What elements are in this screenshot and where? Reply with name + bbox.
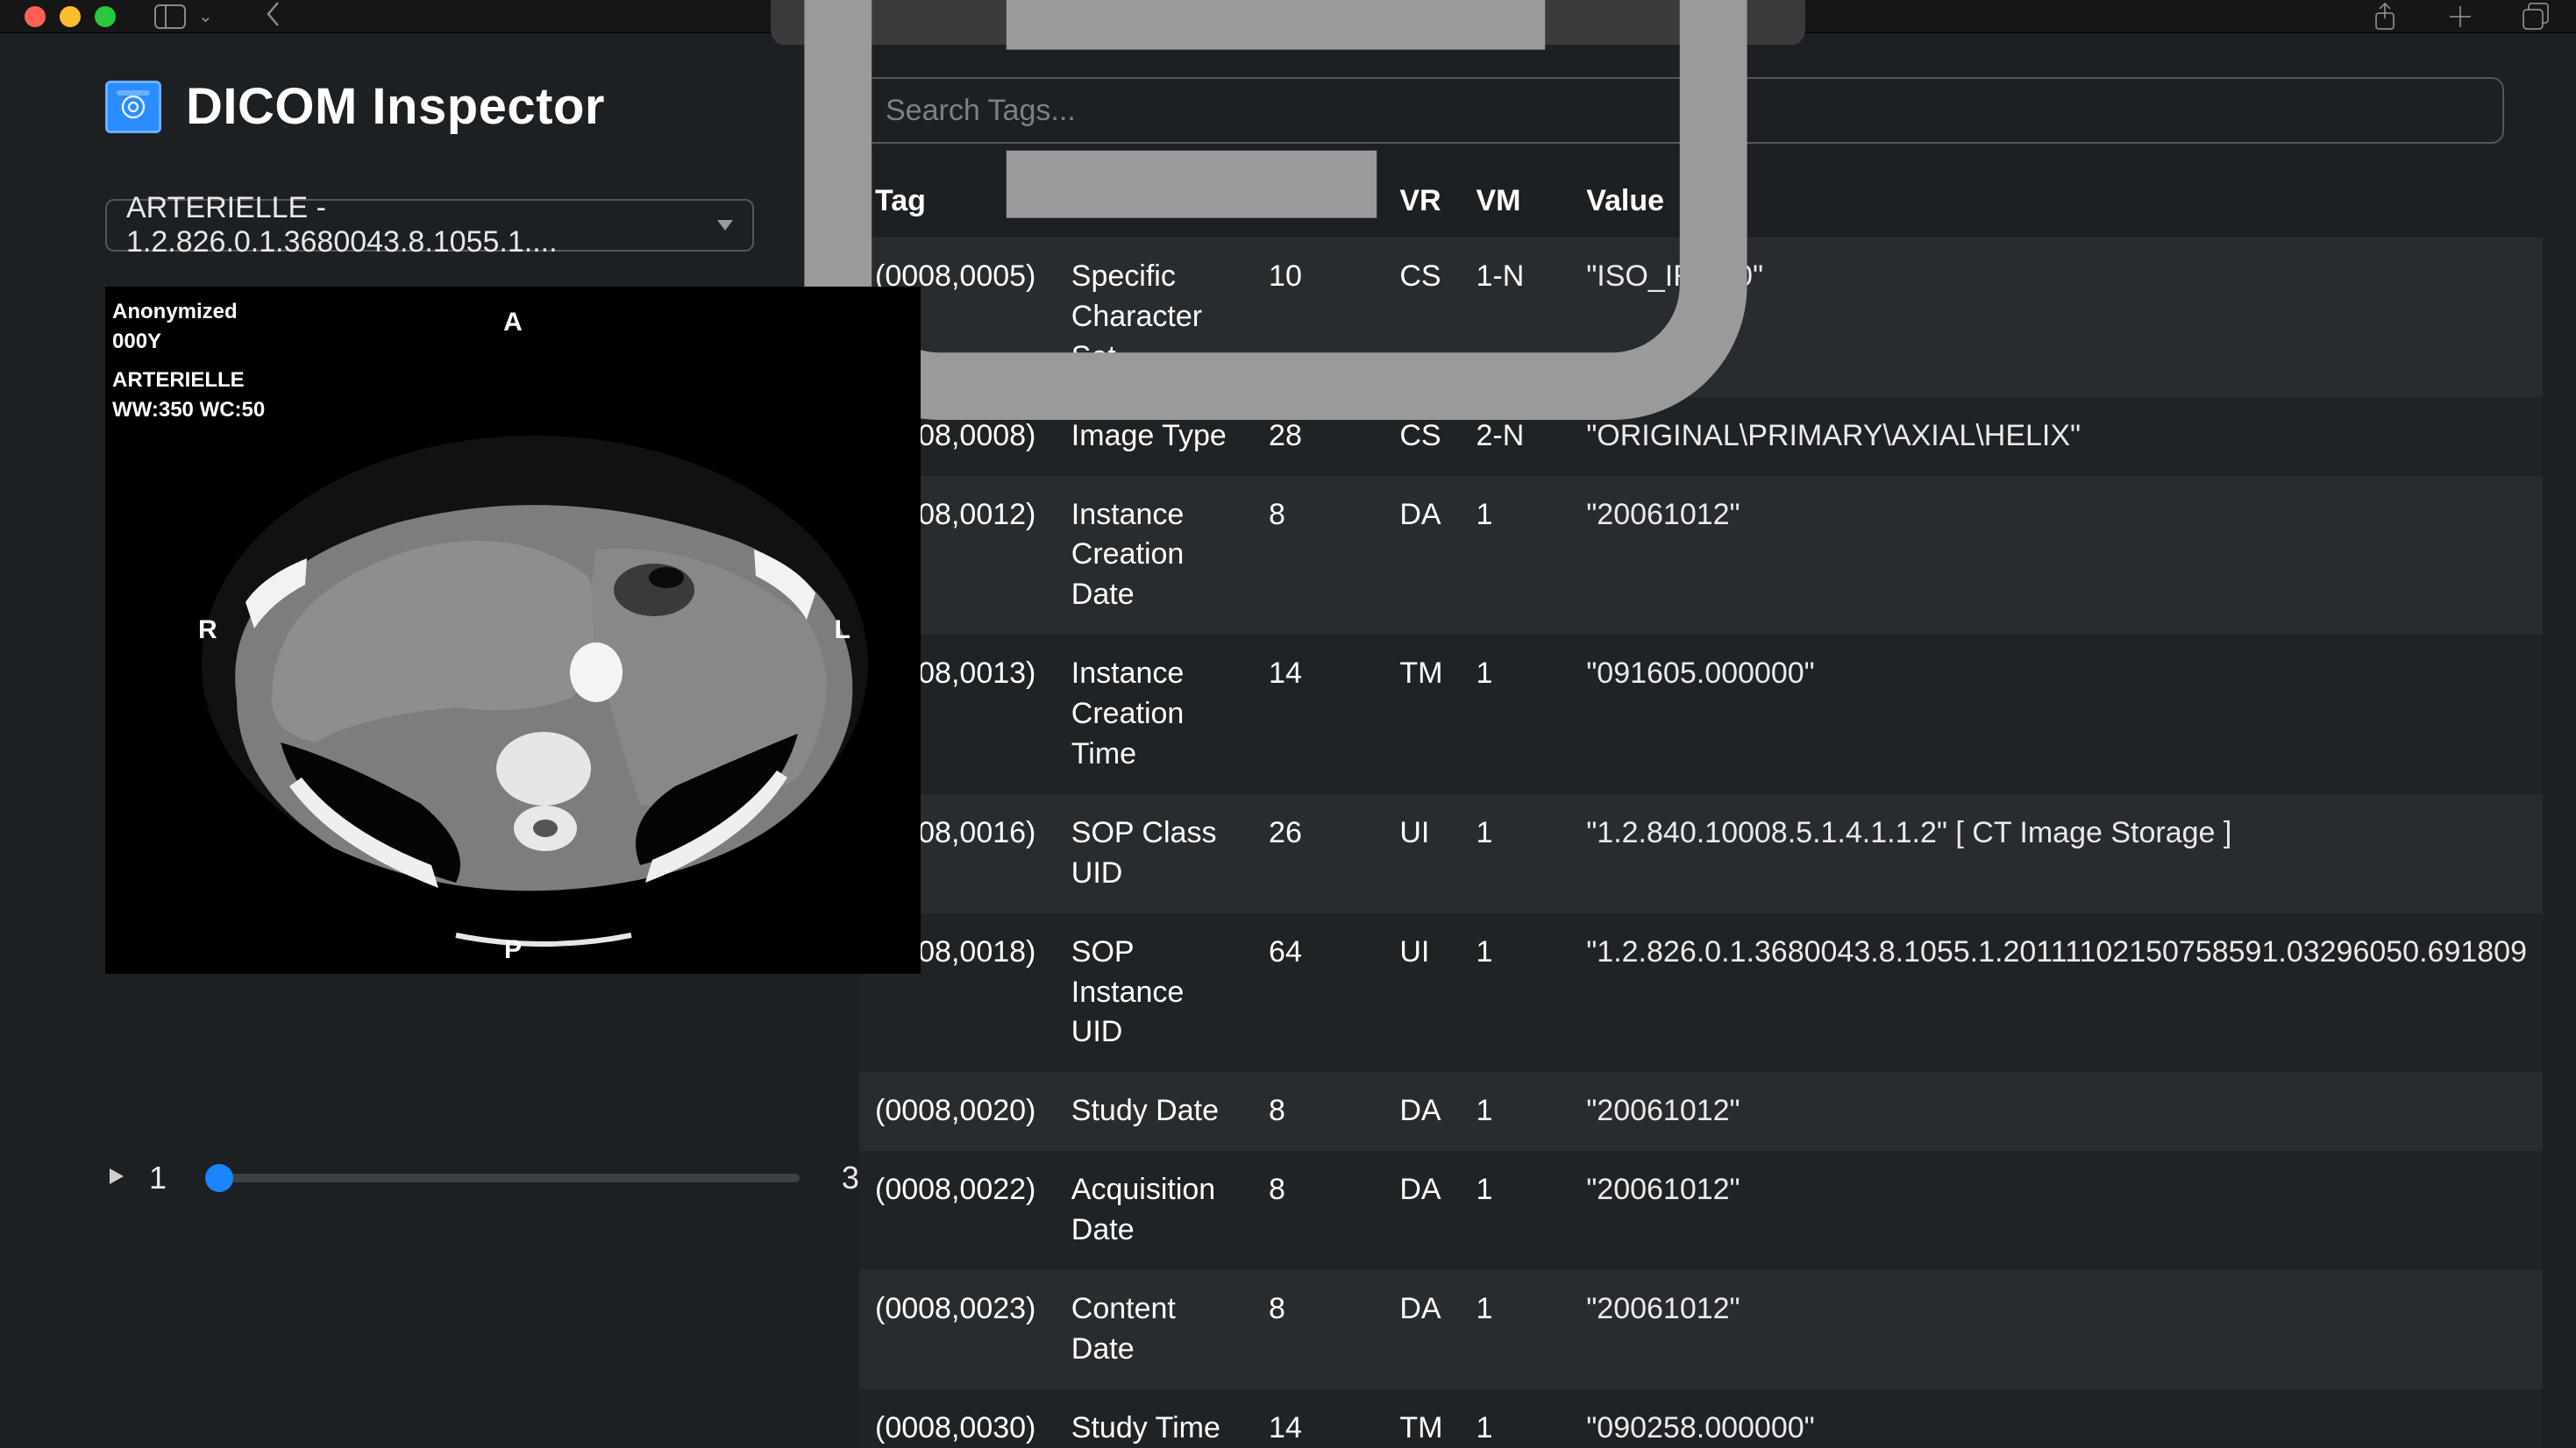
cell-vr: TM bbox=[1384, 635, 1460, 794]
overlay-series-info: ARTERIELLE WW:350 WC:50 bbox=[112, 366, 265, 424]
table-row[interactable]: (0008,0018)SOP Instance UID64UI1"1.2.826… bbox=[859, 913, 2543, 1073]
app-logo-icon bbox=[105, 81, 161, 133]
play-icon[interactable] bbox=[105, 1166, 126, 1191]
window-controls bbox=[25, 6, 116, 27]
cell-name: Content Date bbox=[1056, 1270, 1253, 1389]
cell-length: 14 bbox=[1253, 635, 1384, 794]
orientation-anterior: A bbox=[503, 308, 523, 337]
slider-thumb[interactable] bbox=[205, 1164, 233, 1192]
share-icon[interactable] bbox=[2369, 1, 2401, 32]
reader-icon[interactable] bbox=[771, 0, 1781, 454]
cell-vm: 1 bbox=[1460, 1389, 1570, 1448]
cell-length: 8 bbox=[1253, 1151, 1384, 1270]
tabs-icon[interactable] bbox=[2520, 1, 2551, 32]
cell-name: Instance Creation Date bbox=[1056, 476, 1253, 635]
cell-value: "20061012" bbox=[1570, 476, 2543, 635]
cell-name: Acquisition Date bbox=[1056, 1151, 1253, 1270]
cell-vm: 1 bbox=[1460, 1270, 1570, 1389]
cell-value: "20061012" bbox=[1570, 1072, 2543, 1151]
cell-length: 8 bbox=[1253, 476, 1384, 635]
cell-length: 64 bbox=[1253, 913, 1384, 1073]
cell-value: "1.2.826.0.1.3680043.8.1055.1.2011110215… bbox=[1570, 913, 2543, 1073]
cell-vr: DA bbox=[1384, 1072, 1460, 1151]
cell-vm: 1 bbox=[1460, 913, 1570, 1073]
window-close-button[interactable] bbox=[25, 6, 46, 27]
cell-name: Study Time bbox=[1056, 1389, 1253, 1448]
cell-name: SOP Class UID bbox=[1056, 794, 1253, 913]
cell-name: Instance Creation Time bbox=[1056, 635, 1253, 794]
orientation-left: L bbox=[835, 615, 850, 645]
cell-name: SOP Instance UID bbox=[1056, 913, 1253, 1073]
cell-vr: UI bbox=[1384, 794, 1460, 913]
cell-length: 14 bbox=[1253, 1389, 1384, 1448]
cell-value: "20061012" bbox=[1570, 1151, 2543, 1270]
cell-value: "1.2.840.10008.5.1.4.1.1.2" [ CT Image S… bbox=[1570, 794, 2543, 913]
cell-tag: (0008,0020) bbox=[859, 1072, 1056, 1151]
table-row[interactable]: (0008,0012)Instance Creation Date8DA1"20… bbox=[859, 476, 2543, 635]
cell-vr: TM bbox=[1384, 1389, 1460, 1448]
table-row[interactable]: (0008,0013)Instance Creation Time14TM1"0… bbox=[859, 635, 2543, 794]
table-row[interactable]: (0008,0016)SOP Class UID26UI1"1.2.840.10… bbox=[859, 794, 2543, 913]
table-row[interactable]: (0008,0022)Acquisition Date8DA1"20061012… bbox=[859, 1151, 2543, 1270]
cell-vr: DA bbox=[1384, 1270, 1460, 1389]
cell-value: "091605.000000" bbox=[1570, 635, 2543, 794]
left-panel: DICOM Inspector ARTERIELLE - 1.2.826.0.1… bbox=[0, 77, 842, 1448]
chevron-down-icon: ⌄ bbox=[198, 5, 213, 27]
cell-length: 8 bbox=[1253, 1072, 1384, 1151]
slice-controls: 1 361 bbox=[105, 1160, 894, 1196]
cell-vr: UI bbox=[1384, 913, 1460, 1073]
browser-toolbar: ⌄ dicom-tag-browser.vercel.app bbox=[0, 0, 2576, 33]
cell-length: 26 bbox=[1253, 794, 1384, 913]
address-bar[interactable]: dicom-tag-browser.vercel.app bbox=[771, 0, 1805, 45]
cell-tag: (0008,0030) bbox=[859, 1389, 1056, 1448]
app-header: DICOM Inspector bbox=[105, 77, 833, 136]
cell-value: "090258.000000" bbox=[1570, 1389, 2543, 1448]
sidebar-toggle-button[interactable]: ⌄ bbox=[154, 3, 213, 31]
cell-vr: DA bbox=[1384, 476, 1460, 635]
table-row[interactable]: (0008,0030)Study Time14TM1"090258.000000… bbox=[859, 1389, 2543, 1448]
back-button[interactable] bbox=[262, 0, 285, 32]
cell-vm: 1 bbox=[1460, 1151, 1570, 1270]
cell-vm: 1 bbox=[1460, 1072, 1570, 1151]
cell-length: 8 bbox=[1253, 1270, 1384, 1389]
orientation-right: R bbox=[198, 615, 217, 645]
new-tab-icon[interactable] bbox=[2444, 1, 2476, 32]
orientation-posterior: P bbox=[504, 935, 522, 965]
cell-vm: 1 bbox=[1460, 794, 1570, 913]
window-minimize-button[interactable] bbox=[60, 6, 81, 27]
toolbar-right bbox=[2369, 1, 2551, 32]
table-row[interactable]: (0008,0023)Content Date8DA1"20061012" bbox=[859, 1270, 2543, 1389]
series-select[interactable]: ARTERIELLE - 1.2.826.0.1.3680043.8.1055.… bbox=[105, 199, 754, 252]
series-selected-text: ARTERIELLE - 1.2.826.0.1.3680043.8.1055.… bbox=[126, 191, 708, 259]
slice-current: 1 bbox=[149, 1160, 167, 1196]
overlay-patient: Anonymized 000Y bbox=[112, 297, 238, 356]
cell-name: Study Date bbox=[1056, 1072, 1253, 1151]
image-viewport[interactable]: Anonymized 000Y ARTERIELLE WW:350 WC:50 … bbox=[105, 287, 921, 974]
slice-slider[interactable] bbox=[209, 1174, 800, 1182]
table-row[interactable]: (0008,0020)Study Date8DA1"20061012" bbox=[859, 1072, 2543, 1151]
window-maximize-button[interactable] bbox=[95, 6, 116, 27]
app-title-text: DICOM Inspector bbox=[186, 77, 605, 136]
cell-vr: DA bbox=[1384, 1151, 1460, 1270]
cell-vm: 1 bbox=[1460, 476, 1570, 635]
cell-vm: 1 bbox=[1460, 635, 1570, 794]
cell-tag: (0008,0023) bbox=[859, 1270, 1056, 1389]
cell-value: "20061012" bbox=[1570, 1270, 2543, 1389]
cell-tag: (0008,0022) bbox=[859, 1151, 1056, 1270]
